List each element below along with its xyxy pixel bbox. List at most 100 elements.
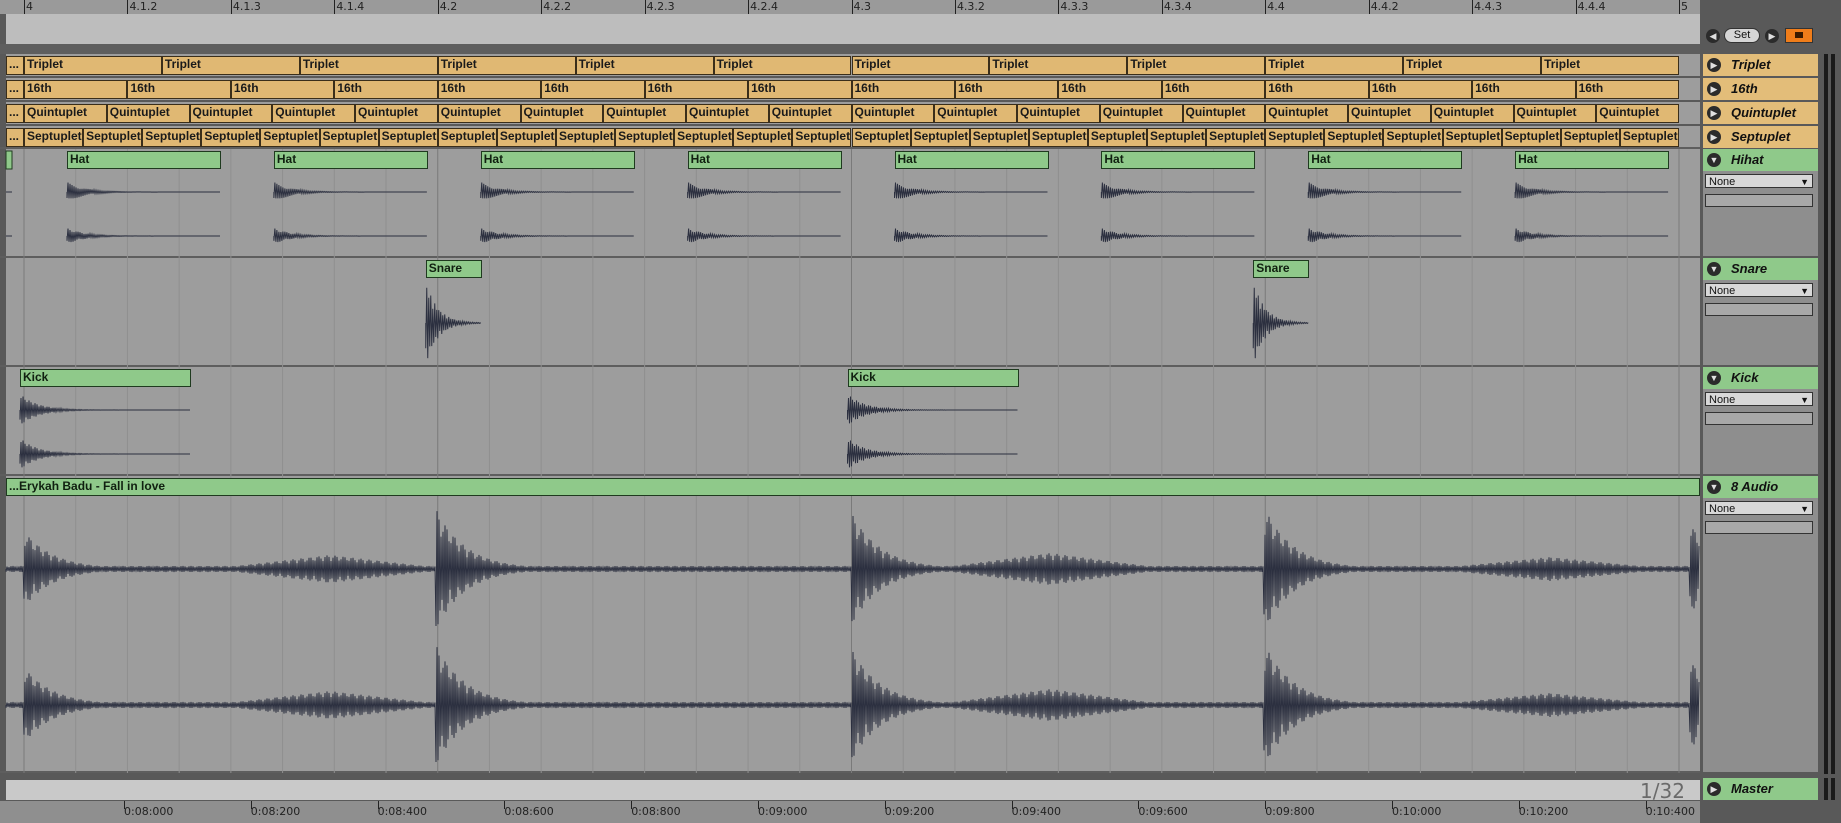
clip[interactable]: 16th [1161, 80, 1266, 99]
clip[interactable]: Triplet [575, 56, 714, 75]
clip[interactable]: Quintuplet [1182, 104, 1266, 123]
clip-hat[interactable]: Hat [67, 151, 221, 169]
clip[interactable]: 16th [1472, 80, 1576, 99]
clip[interactable]: Septuplet [1265, 128, 1325, 147]
clip[interactable]: Quintuplet [437, 104, 521, 123]
clip[interactable]: Quintuplet [768, 104, 852, 123]
clip-snare[interactable]: Snare [425, 260, 482, 278]
clip[interactable]: Septuplet [260, 128, 320, 147]
track-lane-quintuplet[interactable]: ... Quintuplet Quintuplet Quintuplet Quintup… [6, 104, 1700, 123]
clip-hat[interactable]: Hat [480, 151, 635, 169]
clip-hat[interactable]: Hat [687, 151, 842, 169]
clip[interactable]: 16th [748, 80, 852, 99]
clip[interactable]: 16th [1368, 80, 1473, 99]
device-chooser[interactable]: None ▼ [1705, 501, 1813, 515]
clip[interactable]: Septuplet [1383, 128, 1443, 147]
clip[interactable]: Triplet [851, 56, 990, 75]
clip-snare[interactable]: Snare [1253, 260, 1310, 278]
clip[interactable]: 16th [1575, 80, 1679, 99]
device-chooser[interactable]: None ▼ [1705, 174, 1813, 188]
track-fold-icon[interactable]: ▼ [1707, 262, 1721, 276]
control-chooser[interactable] [1705, 194, 1813, 207]
clip[interactable]: Septuplet [674, 128, 734, 147]
device-chooser[interactable]: None ▼ [1705, 392, 1813, 406]
clip[interactable]: Quintuplet [603, 104, 686, 123]
clip[interactable]: Quintuplet [1348, 104, 1431, 123]
track-lane-16th[interactable]: ... 16th 16th 16th 16th 16th 16th 16th 16th 16th 1… [6, 80, 1700, 99]
clip-hat[interactable]: Hat [1101, 151, 1256, 169]
clip[interactable]: Quintuplet [1430, 104, 1514, 123]
track-lane-septuplet[interactable]: ... Septuplet Septuplet Septuplet Septuplet S… [6, 128, 1700, 147]
track-header-quintuplet[interactable]: ▶ Quintuplet [1703, 102, 1818, 124]
clip[interactable]: Quintuplet [189, 104, 273, 123]
track-header-snare[interactable]: ▼ Snare None ▼ [1703, 258, 1818, 365]
clip[interactable]: 16th [851, 80, 955, 99]
clip[interactable]: Septuplet [201, 128, 261, 147]
clip[interactable]: Septuplet [615, 128, 675, 147]
clip[interactable]: 16th [1265, 80, 1369, 99]
clip[interactable]: 16th [127, 80, 231, 99]
clip[interactable]: Triplet [713, 56, 852, 75]
clip[interactable]: Septuplet [1147, 128, 1207, 147]
clip[interactable]: Septuplet [910, 128, 970, 147]
track-lane-snare[interactable]: Snare Snare [6, 260, 1700, 365]
clip[interactable]: Septuplet [437, 128, 497, 147]
clip[interactable]: Triplet [1403, 56, 1542, 75]
clip[interactable]: 16th [230, 80, 335, 99]
clip[interactable]: Triplet [437, 56, 576, 75]
device-chooser[interactable]: None ▼ [1705, 283, 1813, 297]
clip[interactable]: Quintuplet [934, 104, 1017, 123]
control-chooser[interactable] [1705, 412, 1813, 425]
clip[interactable]: Septuplet [1028, 128, 1088, 147]
track-lane-hihat[interactable]: Hat Hat Hat Hat Hat Hat Hat Hat [6, 151, 1700, 256]
clip[interactable]: 16th [644, 80, 749, 99]
clip[interactable]: Quintuplet [851, 104, 935, 123]
track-header-hihat[interactable]: ▼ Hihat None ▼ [1703, 149, 1818, 256]
clip[interactable]: 16th [954, 80, 1059, 99]
clip[interactable]: Quintuplet [272, 104, 355, 123]
clip[interactable]: Quintuplet [686, 104, 769, 123]
track-header-16th[interactable]: ▶ 16th [1703, 78, 1818, 100]
clip[interactable]: Triplet [1127, 56, 1266, 75]
clip[interactable]: Triplet [1265, 56, 1404, 75]
clip[interactable]: Quintuplet [1017, 104, 1100, 123]
clip[interactable]: Quintuplet [1513, 104, 1597, 123]
track-fold-icon[interactable]: ▼ [1707, 153, 1721, 167]
track-fold-icon[interactable]: ▼ [1707, 371, 1721, 385]
clip[interactable]: Quintuplet [1265, 104, 1348, 123]
clip[interactable]: 16th [334, 80, 438, 99]
clip[interactable]: ... [6, 80, 24, 99]
control-chooser[interactable] [1705, 521, 1813, 534]
track-header-master[interactable]: ▶ Master [1703, 778, 1818, 800]
clip[interactable]: 16th [1058, 80, 1162, 99]
clip[interactable]: Septuplet [1324, 128, 1384, 147]
clip-audio[interactable]: ...Erykah Badu - Fall in love [6, 478, 1700, 496]
track-fold-icon[interactable]: ▶ [1707, 58, 1721, 72]
track-lane-kick[interactable]: Kick Kick [6, 369, 1700, 474]
clip[interactable]: Quintuplet [355, 104, 438, 123]
clip[interactable]: Triplet [989, 56, 1128, 75]
clip[interactable]: Septuplet [1560, 128, 1620, 147]
clip[interactable]: 16th [437, 80, 542, 99]
clip[interactable]: Septuplet [1501, 128, 1561, 147]
clip[interactable]: Quintuplet [106, 104, 190, 123]
track-lane-triplet[interactable]: ... Triplet Triplet Triplet Triplet Triplet Tr… [6, 56, 1700, 75]
clip-hat[interactable]: Hat [894, 151, 1049, 169]
horizontal-scroll[interactable] [6, 780, 1700, 800]
track-fold-icon[interactable]: ▶ [1707, 82, 1721, 96]
track-fold-icon[interactable]: ▶ [1707, 782, 1721, 796]
clip[interactable]: Septuplet [24, 128, 84, 147]
clip[interactable]: Septuplet [1206, 128, 1266, 147]
clip[interactable]: Septuplet [319, 128, 379, 147]
clip[interactable]: Septuplet [378, 128, 438, 147]
clip-kick[interactable]: Kick [847, 369, 1019, 387]
clip[interactable]: 16th [24, 80, 128, 99]
clip[interactable]: Septuplet [496, 128, 556, 147]
clip[interactable]: Septuplet [733, 128, 793, 147]
clip[interactable]: Septuplet [1442, 128, 1502, 147]
clip[interactable]: Triplet [299, 56, 438, 75]
clip[interactable]: Septuplet [792, 128, 852, 147]
track-header-triplet[interactable]: ▶ Triplet [1703, 54, 1818, 76]
clip[interactable]: Septuplet [142, 128, 202, 147]
clip[interactable]: ... [6, 104, 24, 123]
